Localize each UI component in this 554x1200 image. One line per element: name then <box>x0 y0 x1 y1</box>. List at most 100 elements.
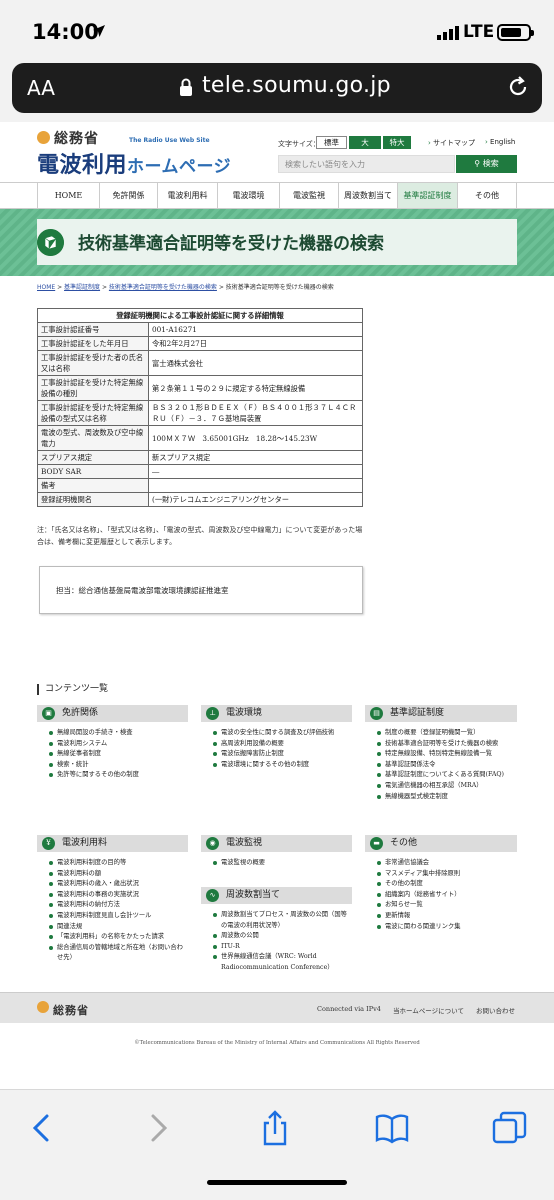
category-link[interactable]: その他の制度 <box>376 879 517 890</box>
category-link[interactable]: 無線機器型式検定制度 <box>376 792 517 803</box>
category-list-usage-fee: 電波利用料制度の目的等 電波利用料の額 電波利用料の歳入・歳出状況 電波利用料の事務の… <box>48 858 188 964</box>
english-label: English <box>490 138 516 146</box>
tower-icon: ⊥ <box>206 707 219 720</box>
ministry-name[interactable]: 総務省 <box>54 128 99 148</box>
category-certification[interactable]: ▤ 基準認証制度 <box>365 705 517 722</box>
category-link[interactable]: 世界無線通信会議（WRC: World Radiocommunication C… <box>212 952 352 973</box>
category-link[interactable]: 電波利用システム <box>48 739 188 750</box>
category-link[interactable]: 電波に関わる関連リンク集 <box>376 922 517 933</box>
category-list-monitoring: 電波監視の概要 <box>212 858 352 869</box>
table-row: 登録証明機関名 (一財)テレコムエンジニアリングセンター <box>37 492 363 507</box>
search-button-label: 検索 <box>482 159 499 168</box>
font-size-label: 文字サイズ： <box>278 140 320 148</box>
about-link[interactable]: 当ホームページについて <box>393 1005 464 1015</box>
breadcrumb-search[interactable]: 技術基準適合証明等を受けた機器の検索 <box>109 284 217 291</box>
nav-other[interactable]: その他 <box>457 183 517 208</box>
browser-address-area: AA tele.soumu.go.jp <box>0 62 554 122</box>
ipv6-link[interactable]: Connected via IPv4 <box>317 1005 381 1013</box>
search-input[interactable]: 検索したい語句を入力 <box>278 155 455 173</box>
category-link[interactable]: 基準認証制度についてよくある質問(FAQ) <box>376 770 517 781</box>
share-icon[interactable] <box>255 1110 295 1146</box>
contact-link[interactable]: お問い合わせ <box>476 1005 515 1015</box>
home-indicator <box>207 1180 347 1185</box>
detail-table: 登録証明機関による工事設計認証に関する詳細情報 工事設計認証番号 001-A162… <box>37 308 363 507</box>
category-link[interactable]: 周波数の公開 <box>212 931 352 942</box>
search-icon: ⚲ <box>474 159 481 168</box>
tabs-icon[interactable] <box>490 1110 530 1146</box>
url-text[interactable]: tele.soumu.go.jp <box>202 73 391 98</box>
page-banner: 技術基準適合証明等を受けた機器の検索 <box>0 209 554 276</box>
footer-ministry[interactable]: 総務省 <box>53 1002 89 1018</box>
site-logo[interactable]: 電波利用ホームページ <box>37 147 231 179</box>
category-monitoring[interactable]: ◉ 電波監視 <box>201 835 352 852</box>
book-icon: ▤ <box>370 707 383 720</box>
address-bar[interactable]: AA tele.soumu.go.jp <box>12 63 542 113</box>
sitemap-link[interactable]: › サイトマップ <box>428 138 475 148</box>
search-button[interactable]: ⚲ 検索 <box>456 155 517 173</box>
category-other[interactable]: ▬ その他 <box>365 835 517 852</box>
category-environment[interactable]: ⊥ 電波環境 <box>201 705 352 722</box>
category-link[interactable]: 無線局開設の手続き・検査 <box>48 728 188 739</box>
breadcrumb: HOME > 基準認証制度 > 技術基準適合証明等を受けた機器の検索 > 技術基… <box>37 284 334 291</box>
bookmarks-icon[interactable] <box>372 1110 412 1146</box>
row-value: 001-A16271 <box>148 322 363 337</box>
lock-icon <box>180 78 192 96</box>
nav-usage-fee[interactable]: 電波利用料 <box>157 183 217 208</box>
font-size-large-button[interactable]: 大 <box>349 136 381 149</box>
category-link[interactable]: 更新情報 <box>376 911 517 922</box>
category-link[interactable]: 電波利用料の歳入・歳出状況 <box>48 879 188 890</box>
category-link[interactable]: 電波監視の概要 <box>212 858 352 869</box>
category-link[interactable]: 電波伝搬障害防止制度 <box>212 749 352 760</box>
row-value: 富士通株式会社 <box>148 350 363 376</box>
nav-monitoring[interactable]: 電波監視 <box>279 183 338 208</box>
back-icon[interactable] <box>22 1110 62 1146</box>
category-usage-fee[interactable]: ¥ 電波利用料 <box>37 835 188 852</box>
nav-certification[interactable]: 基準認証制度 <box>397 183 457 208</box>
category-link[interactable]: 「電波利用料」の名称をかたった請求 <box>48 932 188 943</box>
category-link[interactable]: 電波利用料制度見直し会計ツール <box>48 911 188 922</box>
category-link[interactable]: 関連法規 <box>48 922 188 933</box>
category-link[interactable]: マスメディア集中排除原則 <box>376 869 517 880</box>
nav-frequency[interactable]: 周波数割当て <box>338 183 397 208</box>
row-label: BODY SAR <box>37 464 149 479</box>
category-link[interactable]: 周波数割当てプロセス・周波数の公開（国等の電波の利用状況等） <box>212 910 352 931</box>
category-link[interactable]: 電波環境に関するその他の制度 <box>212 760 352 771</box>
forward-icon[interactable] <box>138 1110 178 1146</box>
nav-environment[interactable]: 電波環境 <box>217 183 279 208</box>
category-link[interactable]: 技術基準適合証明等を受けた機器の検索 <box>376 739 517 750</box>
category-label: その他 <box>390 838 418 848</box>
nav-license[interactable]: 免許関係 <box>99 183 157 208</box>
category-link[interactable]: 無線従事者制度 <box>48 749 188 760</box>
category-link[interactable]: 電波利用料の納付方法 <box>48 900 188 911</box>
category-link[interactable]: お知らせ一覧 <box>376 900 517 911</box>
nav-home[interactable]: HOME <box>37 183 99 208</box>
table-row: 工事設計認証を受けた特定無線設備の種別 第２条第１１号の２９に規定する特定無線設備 <box>37 375 363 401</box>
breadcrumb-home[interactable]: HOME <box>37 284 55 291</box>
category-link[interactable]: 免許等に関するその他の制度 <box>48 770 188 781</box>
category-link[interactable]: 電気通信機器の相互承認（MRA） <box>376 781 517 792</box>
category-link[interactable]: 特定無線設備、特別特定無線設備一覧 <box>376 749 517 760</box>
category-link[interactable]: 電波利用料の事務の実施状況 <box>48 890 188 901</box>
english-link[interactable]: › English <box>485 138 515 146</box>
category-link[interactable]: 検索・統計 <box>48 760 188 771</box>
font-size-standard-button[interactable]: 標準 <box>316 136 347 149</box>
category-link[interactable]: 総合通信局の管轄地域と所在地（お問い合わせ先） <box>48 943 188 964</box>
reload-icon[interactable] <box>506 75 530 99</box>
category-link[interactable]: 高周波利用設備の概要 <box>212 739 352 750</box>
category-link[interactable]: 非常通信協議会 <box>376 858 517 869</box>
category-license[interactable]: ▣ 免許関係 <box>37 705 188 722</box>
category-link[interactable]: 基準認証関係法令 <box>376 760 517 771</box>
page-title: 技術基準適合証明等を受けた機器の検索 <box>78 234 384 254</box>
category-link[interactable]: 組織案内（総務省サイト） <box>376 890 517 901</box>
category-link[interactable]: 電波の安全性に関する調査及び評価技術 <box>212 728 352 739</box>
category-link[interactable]: ITU-R <box>212 942 352 953</box>
category-link[interactable]: 電波利用料制度の目的等 <box>48 858 188 869</box>
text-size-button[interactable]: AA <box>27 76 55 100</box>
footer: 総務省 Connected via IPv4 当ホームページについて お問い合わ… <box>0 992 554 1023</box>
font-size-xlarge-button[interactable]: 特大 <box>383 136 411 149</box>
breadcrumb-certification[interactable]: 基準認証制度 <box>64 284 100 291</box>
category-link[interactable]: 電波利用料の額 <box>48 869 188 880</box>
category-link[interactable]: 制度の概要（登録証明機関一覧） <box>376 728 517 739</box>
category-frequency[interactable]: ∿ 周波数割当て <box>201 887 352 904</box>
contents-heading: コンテンツ一覧 <box>37 684 108 695</box>
